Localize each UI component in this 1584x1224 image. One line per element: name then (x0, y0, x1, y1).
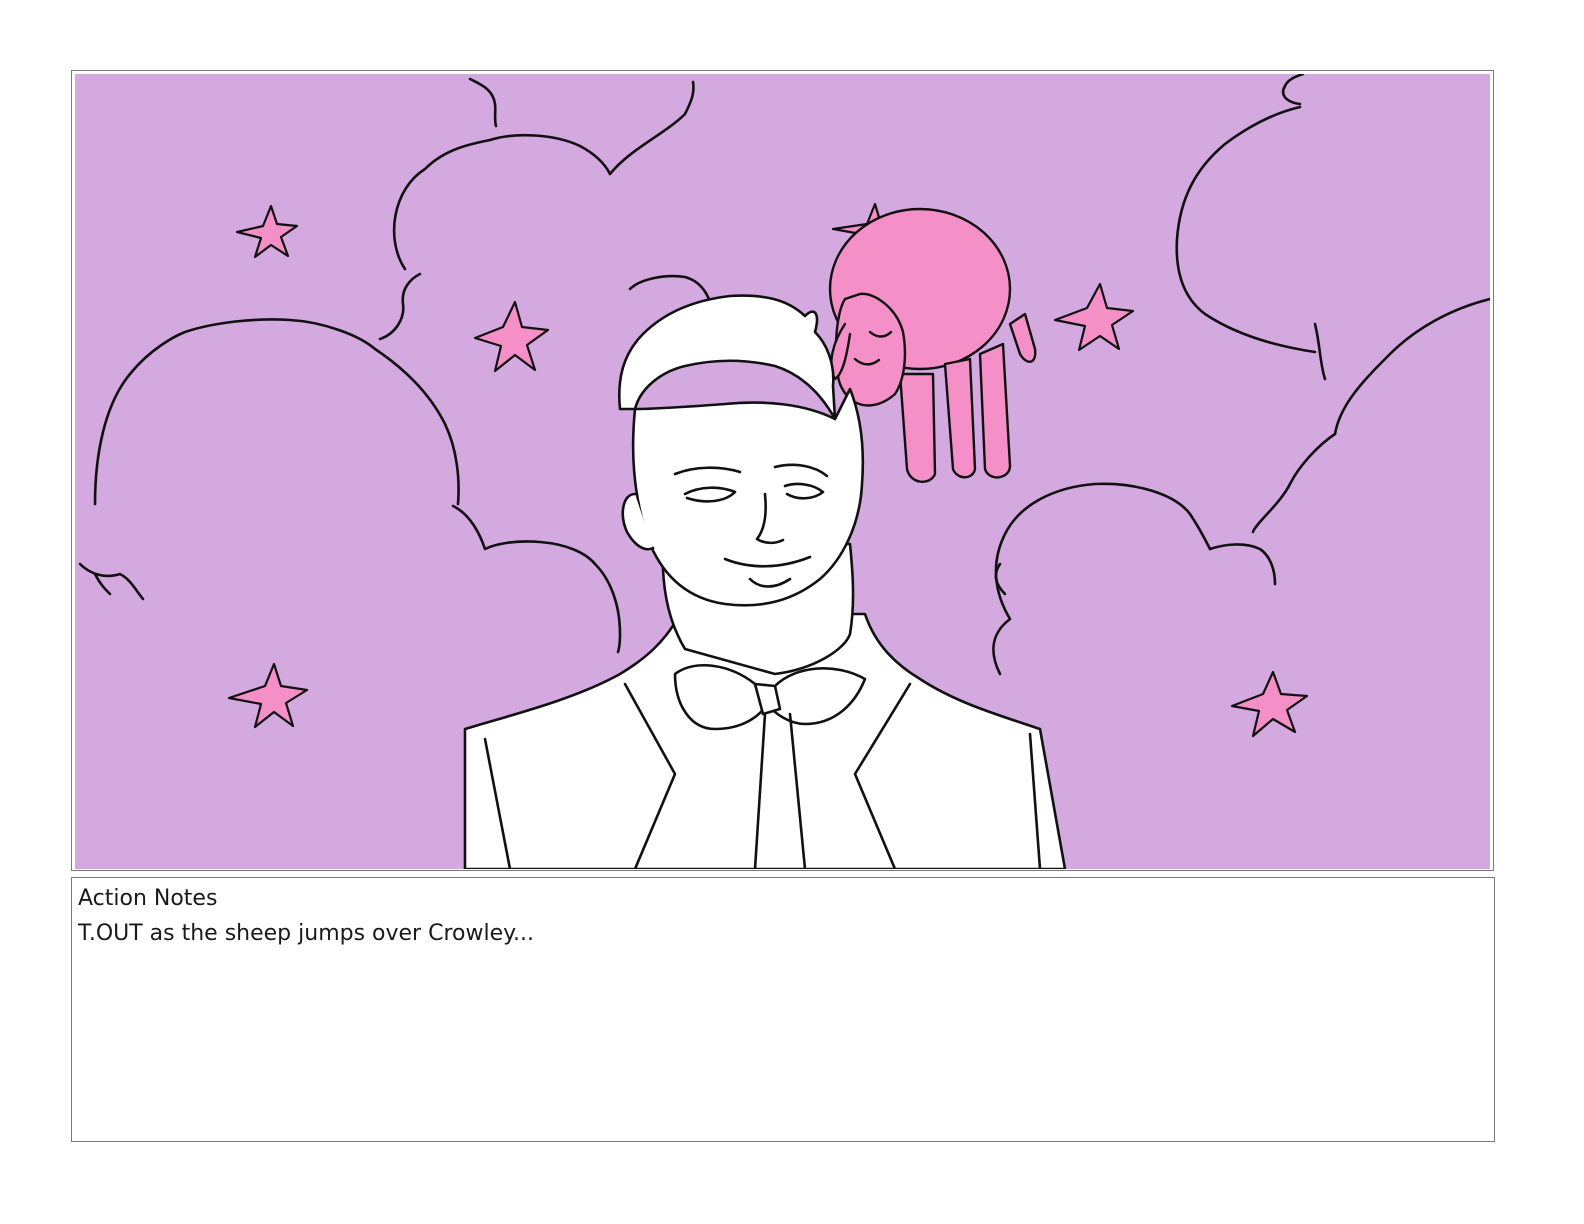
storyboard-panel-illustration (75, 74, 1490, 869)
action-notes-heading: Action Notes (78, 886, 218, 911)
storyboard-page: Action Notes T.OUT as the sheep jumps ov… (0, 0, 1584, 1224)
action-notes-text: T.OUT as the sheep jumps over Crowley... (78, 921, 534, 946)
action-notes-box: Action Notes T.OUT as the sheep jumps ov… (71, 877, 1495, 1142)
storyboard-panel-frame (71, 70, 1494, 871)
